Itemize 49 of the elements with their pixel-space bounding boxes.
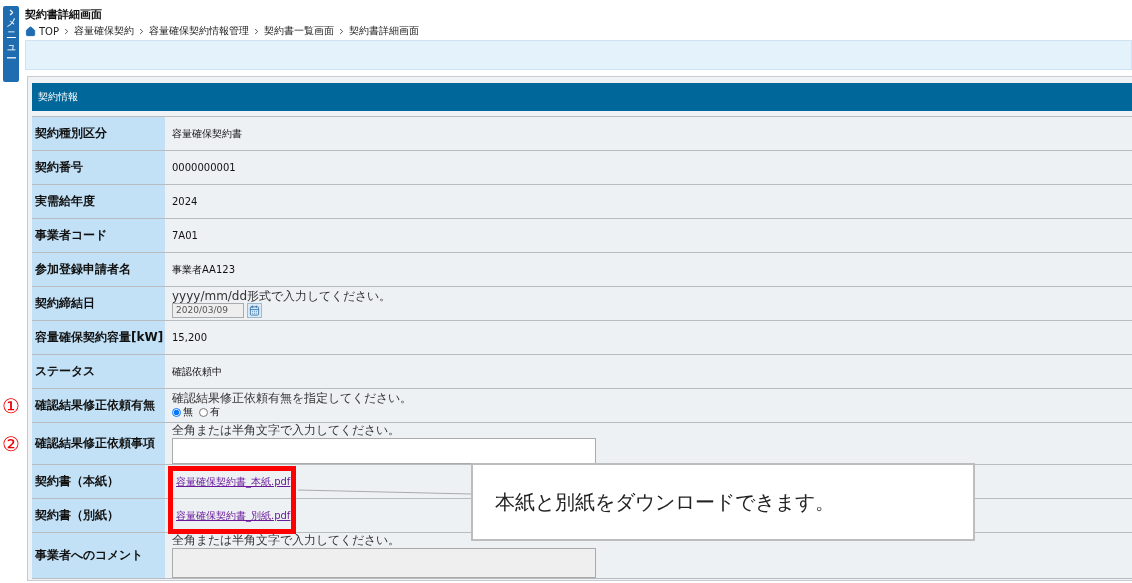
breadcrumb-link[interactable]: TOP [39, 25, 59, 37]
calendar-icon[interactable] [247, 302, 262, 318]
field-label: 参加登録申請者名 [35, 261, 131, 278]
field-value: 15,200 [172, 332, 207, 343]
breadcrumb-link[interactable]: 容量確保契約情報管理 [149, 24, 249, 38]
radio-button[interactable] [172, 407, 181, 417]
breadcrumb-link[interactable]: 容量確保契約 [74, 24, 134, 38]
chevron-icon [337, 26, 346, 36]
breadcrumb-link[interactable]: 契約書一覧画面 [264, 24, 334, 38]
field-hint: yyyy/mm/dd形式で入力してください。 [172, 289, 392, 303]
field-hint: 確認結果修正依頼有無を指定してください。 [172, 392, 412, 405]
radio-label: 無 [183, 405, 193, 419]
page-title: 契約書詳細画面 [25, 8, 103, 22]
chevron-icon [62, 26, 71, 36]
field-label: 契約番号 [35, 159, 83, 176]
field-value: 確認依頼中 [172, 364, 222, 379]
field-label: 確認結果修正依頼有無 [35, 397, 155, 414]
date-field[interactable]: 2020/03/09 [172, 302, 244, 318]
radio-button[interactable] [199, 407, 208, 417]
chevron-icon [252, 26, 261, 36]
chevron-icon [137, 26, 146, 36]
text-area[interactable] [172, 437, 596, 464]
field-label: 契約書（別紙） [35, 507, 119, 524]
field-hint: 全角または半角文字で入力してください。 [172, 423, 400, 437]
callout-text: 本紙と別紙をダウンロードできます。 [471, 463, 975, 541]
field-label: 事業者へのコメント [35, 547, 143, 564]
field-label: 契約書（本紙） [35, 473, 119, 490]
section-header: 契約情報 [32, 83, 1132, 111]
field-hint: 全角または半角文字で入力してください。 [172, 533, 400, 547]
annotation-number: ① [2, 395, 20, 416]
home-icon[interactable] [25, 25, 36, 37]
field-label: 確認結果修正依頼事項 [35, 435, 155, 452]
field-label: 契約締結日 [35, 295, 95, 312]
breadcrumb-link[interactable]: 契約書詳細画面 [349, 24, 419, 38]
field-value: 7A01 [172, 230, 198, 241]
field-label: 容量確保契約容量[kW] [35, 329, 164, 346]
field-value: 容量確保契約書 [172, 126, 242, 141]
field-value: 2024 [172, 196, 198, 207]
annotation-number: ② [2, 433, 20, 454]
field-label: ステータス [35, 363, 95, 380]
field-value: 事業者AA123 [172, 262, 236, 277]
field-label: 事業者コード [35, 227, 107, 244]
field-label: 実需給年度 [35, 193, 95, 210]
file-link[interactable]: 容量確保契約書_本紙.pdf [176, 474, 291, 489]
radio-label: 有 [210, 405, 220, 419]
field-label: 契約種別区分 [35, 125, 107, 142]
file-link[interactable]: 容量確保契約書_別紙.pdf [176, 508, 291, 523]
menu-tab[interactable]: メニュー [3, 6, 19, 82]
field-value: 0000000001 [172, 162, 236, 173]
